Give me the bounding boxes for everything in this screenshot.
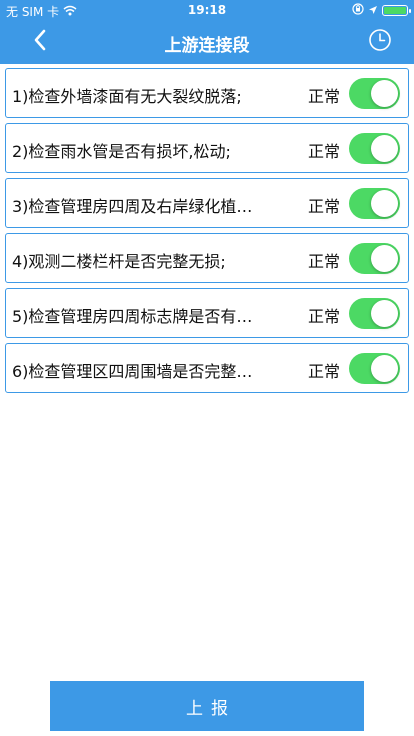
item-status: 正常 bbox=[308, 252, 341, 271]
header: 无 SIM 卡 19:18 上游连接段 bbox=[0, 0, 414, 64]
item-status: 正常 bbox=[308, 197, 341, 216]
status-toggle[interactable] bbox=[349, 243, 400, 274]
item-status: 正常 bbox=[308, 307, 341, 326]
toggle-knob bbox=[371, 300, 398, 327]
screen: 无 SIM 卡 19:18 上游连接段 1)检查外墙漆面有无大裂纹脱落; 正常 … bbox=[0, 0, 414, 736]
item-status: 正常 bbox=[308, 87, 341, 106]
item-text: 6)检查管理区四周围墙是否完整… bbox=[12, 362, 253, 381]
list-item: 2)检查雨水管是否有损坏,松动; 正常 bbox=[5, 123, 409, 173]
clock-icon bbox=[368, 28, 392, 56]
item-text: 4)观测二楼栏杆是否完整无损; bbox=[12, 252, 226, 271]
toggle-knob bbox=[371, 190, 398, 217]
status-toggle[interactable] bbox=[349, 133, 400, 164]
toggle-knob bbox=[371, 245, 398, 272]
item-text: 2)检查雨水管是否有损坏,松动; bbox=[12, 142, 231, 161]
status-toggle[interactable] bbox=[349, 298, 400, 329]
toggle-knob bbox=[371, 135, 398, 162]
list-item: 1)检查外墙漆面有无大裂纹脱落; 正常 bbox=[5, 68, 409, 118]
nav-bar: 上游连接段 bbox=[0, 20, 414, 64]
page-title: 上游连接段 bbox=[164, 36, 250, 56]
toggle-knob bbox=[371, 80, 398, 107]
history-button[interactable] bbox=[366, 28, 394, 56]
status-right bbox=[352, 3, 411, 18]
item-status: 正常 bbox=[308, 362, 341, 381]
submit-button[interactable]: 上报 bbox=[50, 681, 364, 731]
location-icon bbox=[368, 4, 378, 18]
status-toggle[interactable] bbox=[349, 353, 400, 384]
item-text: 5)检查管理房四周标志牌是否有… bbox=[12, 307, 253, 326]
item-text: 1)检查外墙漆面有无大裂纹脱落; bbox=[12, 87, 242, 106]
list-item: 6)检查管理区四周围墙是否完整… 正常 bbox=[5, 343, 409, 393]
status-bar: 无 SIM 卡 19:18 bbox=[0, 0, 414, 20]
list-item: 4)观测二楼栏杆是否完整无损; 正常 bbox=[5, 233, 409, 283]
toggle-knob bbox=[371, 355, 398, 382]
list-item: 3)检查管理房四周及右岸绿化植… 正常 bbox=[5, 178, 409, 228]
list-item: 5)检查管理房四周标志牌是否有… 正常 bbox=[5, 288, 409, 338]
status-toggle[interactable] bbox=[349, 188, 400, 219]
battery-icon bbox=[382, 5, 411, 16]
orientation-lock-icon bbox=[352, 3, 364, 18]
item-text: 3)检查管理房四周及右岸绿化植… bbox=[12, 197, 253, 216]
status-toggle[interactable] bbox=[349, 78, 400, 109]
item-status: 正常 bbox=[308, 142, 341, 161]
inspection-list: 1)检查外墙漆面有无大裂纹脱落; 正常 2)检查雨水管是否有损坏,松动; 正常 … bbox=[5, 68, 409, 398]
